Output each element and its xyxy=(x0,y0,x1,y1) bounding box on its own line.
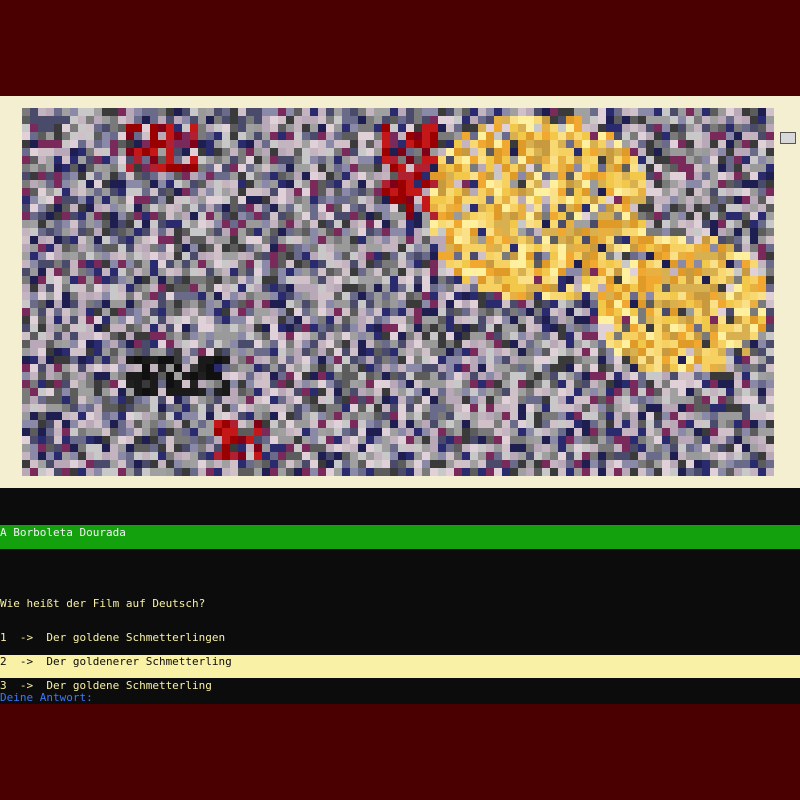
pixelated-movie-poster xyxy=(22,108,774,476)
film-title: A Borboleta Dourada xyxy=(0,526,126,539)
answer-option-3[interactable]: 3 -> Der goldene Schmetterling xyxy=(0,679,800,702)
poster-frame xyxy=(0,96,800,488)
film-title-bar: A Borboleta Dourada xyxy=(0,525,800,549)
quiz-question: Wie heißt der Film auf Deutsch? xyxy=(0,597,206,610)
top-margin-band xyxy=(0,0,800,96)
scroll-marker-icon xyxy=(780,132,796,144)
answer-option-label: 2 -> Der goldenerer Schmetterling xyxy=(0,655,232,668)
console-window: A Borboleta Dourada Wie heißt der Film a… xyxy=(0,96,800,704)
answer-option-2[interactable]: 2 -> Der goldenerer Schmetterling xyxy=(0,655,800,678)
game-screen: A Borboleta Dourada Wie heißt der Film a… xyxy=(0,0,800,800)
answer-option-1[interactable]: 1 -> Der goldene Schmetterlingen xyxy=(0,631,800,654)
answer-prompt[interactable]: Deine Antwort: xyxy=(0,692,93,704)
answer-option-label: 1 -> Der goldene Schmetterlingen xyxy=(0,631,226,644)
bottom-margin-band xyxy=(0,704,800,800)
